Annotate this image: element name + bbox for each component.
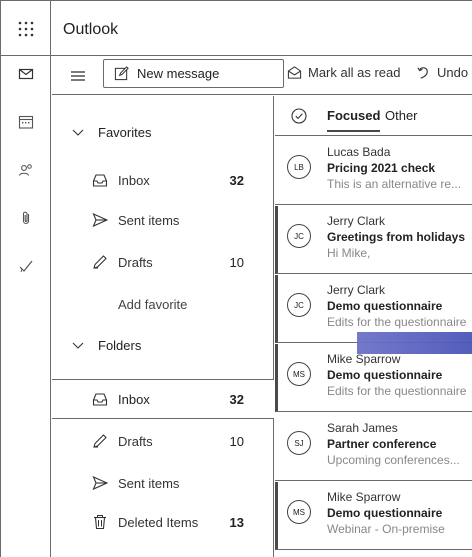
- folder-drafts-count: 10: [229, 433, 244, 449]
- message-sender: Sarah James: [327, 421, 398, 435]
- compose-icon: [114, 66, 129, 81]
- top-bar: Outlook: [1, 1, 472, 56]
- message-sender: Lucas Bada: [327, 145, 391, 159]
- folder-drafts[interactable]: Drafts 10: [52, 421, 274, 461]
- folder-deleted-items-count: 13: [229, 514, 244, 530]
- folder-deleted-items-label: Deleted Items: [118, 514, 199, 530]
- message-sender: Jerry Clark: [327, 283, 386, 297]
- calendar-icon[interactable]: [1, 104, 51, 140]
- tab-focused[interactable]: Focused: [327, 108, 381, 132]
- waffle-icon: [18, 21, 33, 36]
- hamburger-menu-icon[interactable]: [70, 68, 86, 84]
- folders-header-label: Folders: [98, 337, 142, 353]
- avatar: MS: [287, 362, 311, 386]
- favorites-header[interactable]: Favorites: [52, 112, 274, 152]
- avatar: SJ: [287, 431, 311, 455]
- message-subject: Greetings from holidays: [327, 230, 466, 244]
- folder-sent-items-label: Sent items: [118, 475, 180, 491]
- folder-sent-items[interactable]: Sent items: [52, 463, 274, 503]
- message-preview: Hi Mike,: [327, 246, 371, 260]
- new-message-button[interactable]: New message: [103, 59, 284, 88]
- favorite-drafts-label: Drafts: [118, 254, 153, 270]
- favorite-inbox-label: Inbox: [118, 172, 150, 188]
- add-favorite-link[interactable]: Add favorite: [52, 284, 274, 324]
- message-preview: Upcoming conferences...: [327, 453, 460, 467]
- new-message-label: New message: [137, 66, 220, 81]
- message-preview: This is an alternative re...: [327, 177, 462, 191]
- send-icon: [92, 212, 108, 228]
- pencil-icon: [93, 434, 107, 448]
- app-title: Outlook: [63, 21, 119, 38]
- message-preview: Edits for the questionnaire: [327, 384, 467, 398]
- favorite-drafts[interactable]: Drafts 10: [52, 242, 274, 282]
- trash-icon: [94, 515, 106, 530]
- undo-label: Undo: [437, 65, 469, 80]
- outlook-window: Outlook New message Mark all as read Und…: [0, 0, 472, 557]
- folder-drafts-label: Drafts: [118, 433, 153, 449]
- message-subject: Pricing 2021 check: [327, 161, 436, 175]
- favorite-inbox-count: 32: [229, 172, 244, 188]
- select-all-check-icon[interactable]: [291, 108, 307, 124]
- avatar: MS: [287, 500, 311, 524]
- folder-inbox-label: Inbox: [118, 391, 150, 407]
- message-preview: Webinar - On-premise: [327, 522, 445, 536]
- folder-pane: Favorites Inbox 32 Sent items Drafts 10 …: [52, 96, 274, 557]
- folders-header[interactable]: Folders: [52, 325, 274, 365]
- mark-all-read-button[interactable]: Mark all as read: [287, 65, 400, 80]
- folder-deleted-items[interactable]: Deleted Items 13: [52, 502, 274, 542]
- inbox-tabs: Focused Other: [275, 96, 472, 136]
- app-launcher-icon[interactable]: [1, 1, 51, 56]
- undo-icon: [417, 67, 428, 79]
- envelope-open-icon: [287, 66, 302, 79]
- avatar: JC: [287, 224, 311, 248]
- undo-button[interactable]: Undo: [416, 65, 468, 80]
- mark-all-read-label: Mark all as read: [308, 65, 401, 80]
- message-item[interactable]: MS Mike Sparrow Demo questionnaire Edits…: [275, 344, 472, 412]
- message-subject: Demo questionnaire: [327, 299, 443, 313]
- avatar: JC: [287, 293, 311, 317]
- favorite-sent-items[interactable]: Sent items: [52, 200, 274, 240]
- inbox-icon: [92, 393, 108, 406]
- pencil-icon: [93, 255, 107, 269]
- chevron-down-icon: [72, 342, 84, 349]
- add-favorite-label: Add favorite: [118, 296, 188, 312]
- message-sender: Jerry Clark: [327, 214, 386, 228]
- left-rail: [1, 56, 51, 557]
- folder-inbox[interactable]: Inbox 32: [52, 379, 274, 419]
- inbox-icon: [92, 174, 108, 187]
- people-icon[interactable]: [1, 152, 51, 188]
- message-item[interactable]: SJ Sarah James Partner conference Upcomi…: [275, 413, 472, 481]
- message-item[interactable]: MS Mike Sparrow Demo questionnaire Webin…: [275, 482, 472, 550]
- favorite-inbox[interactable]: Inbox 32: [52, 160, 274, 200]
- todo-icon[interactable]: [1, 248, 51, 284]
- message-subject: Demo questionnaire: [327, 368, 443, 382]
- avatar: LB: [287, 155, 311, 179]
- favorite-drafts-count: 10: [229, 254, 244, 270]
- message-item[interactable]: JC Jerry Clark Greetings from holidays H…: [275, 206, 472, 274]
- mail-icon[interactable]: [1, 56, 51, 92]
- message-item[interactable]: LB Lucas Bada Pricing 2021 check This is…: [275, 137, 472, 205]
- command-bar: New message Mark all as read Undo: [52, 57, 472, 95]
- attachment-icon[interactable]: [1, 200, 51, 236]
- message-sender: Mike Sparrow: [327, 490, 401, 504]
- message-sender: Mike Sparrow: [327, 352, 401, 366]
- folder-inbox-count: 32: [229, 391, 244, 407]
- message-preview: Edits for the questionnaire: [327, 315, 467, 329]
- tab-other[interactable]: Other: [385, 108, 418, 123]
- favorite-sent-items-label: Sent items: [118, 212, 180, 228]
- favorites-header-label: Favorites: [98, 124, 152, 140]
- send-icon: [92, 475, 108, 491]
- chevron-down-icon: [72, 129, 84, 136]
- message-subject: Partner conference: [327, 437, 437, 451]
- message-list: Focused Other LB Lucas Bada Pricing 2021…: [275, 96, 472, 557]
- drag-indicator: [357, 332, 472, 354]
- message-subject: Demo questionnaire: [327, 506, 443, 520]
